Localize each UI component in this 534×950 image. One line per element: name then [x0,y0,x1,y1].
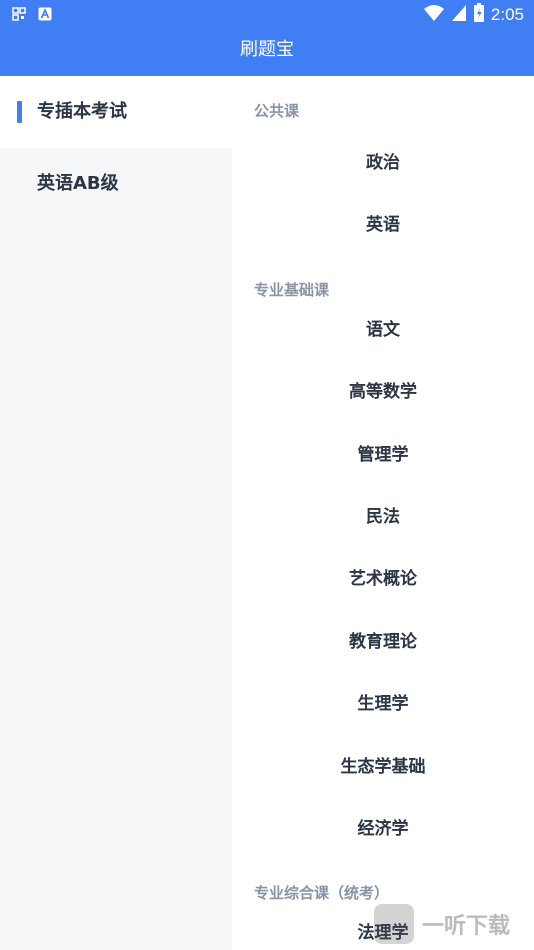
section-header-major-comprehensive: 专业综合课（统考） [254,884,390,903]
course-item-civil-law[interactable]: 民法 [232,486,534,548]
sidebar-item-english-ab[interactable]: 英语AB级 [0,148,232,220]
course-item-management[interactable]: 管理学 [232,424,534,486]
course-item-politics[interactable]: 政治 [232,132,534,194]
watermark: 一听下载 [374,904,510,944]
signal-icon [451,4,467,26]
status-bar: 2:05 [0,0,534,28]
battery-icon [473,3,485,27]
course-item-art-theory[interactable]: 艺术概论 [232,548,534,610]
a-icon [38,6,52,25]
qr-icon [12,6,26,25]
wifi-icon [423,4,445,26]
section-header-public: 公共课 [254,102,300,120]
course-item-physiology[interactable]: 生理学 [232,673,534,735]
course-item-chinese[interactable]: 语文 [232,299,534,361]
course-list: 公共课 政治 英语 专业基础课 语文 高等数学 管理学 民法 艺术概论 教育理论… [232,76,534,950]
section-header-major-basic: 专业基础课 [254,280,330,299]
course-item-economics[interactable]: 经济学 [232,798,534,860]
page-title: 刷题宝 [0,28,534,76]
course-item-advanced-math[interactable]: 高等数学 [232,361,534,423]
course-item-ecology-basics[interactable]: 生态学基础 [232,736,534,798]
watermark-text: 一听下载 [422,914,511,939]
sidebar-item-zhuanchaben[interactable]: 专插本考试 [0,76,232,148]
watermark-logo-icon [374,904,414,944]
course-item-education-theory[interactable]: 教育理论 [232,611,534,673]
category-sidebar: 专插本考试 英语AB级 [0,76,232,950]
clock-time: 2:05 [490,5,524,24]
course-item-english[interactable]: 英语 [232,194,534,256]
